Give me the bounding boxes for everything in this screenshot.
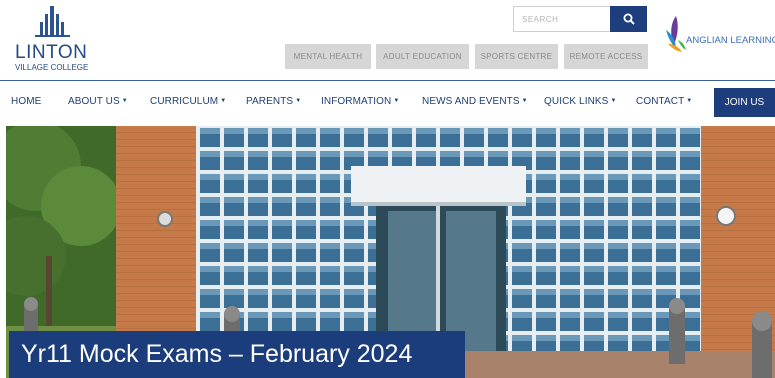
header-divider <box>0 80 775 81</box>
college-building-icon <box>35 6 70 37</box>
hero-caption[interactable]: Yr11 Mock Exams – February 2024 <box>9 331 465 378</box>
nav-label: NEWS AND EVENTS <box>422 96 520 107</box>
quick-link-remote-access[interactable]: REMOTE ACCESS <box>564 44 648 69</box>
chevron-down-icon: ▼ <box>521 98 528 104</box>
nav-label: INFORMATION <box>321 96 392 107</box>
nav-label: CONTACT <box>636 96 685 107</box>
nav-label: ABOUT US <box>68 96 120 107</box>
nav-item-curriculum[interactable]: CURRICULUM ▼ <box>150 96 226 107</box>
quick-link-sports-centre[interactable]: SPORTS CENTRE <box>475 44 558 69</box>
chevron-down-icon: ▼ <box>220 98 227 104</box>
nav-label: PARENTS <box>246 96 294 107</box>
chevron-down-icon: ▼ <box>610 98 617 104</box>
nav-label: HOME <box>11 96 42 107</box>
nav-item-about-us[interactable]: ABOUT US ▼ <box>68 96 128 107</box>
nav-item-quick-links[interactable]: QUICK LINKS ▼ <box>544 96 617 107</box>
nav-label: CURRICULUM <box>150 96 219 107</box>
quick-link-adult-education[interactable]: ADULT EDUCATION <box>376 44 469 69</box>
join-us-button[interactable]: JOIN US <box>714 88 775 117</box>
search-input[interactable] <box>513 6 610 32</box>
nav-item-news-and-events[interactable]: NEWS AND EVENTS ▼ <box>422 96 528 107</box>
chevron-down-icon: ▼ <box>393 98 400 104</box>
nav-label: QUICK LINKS <box>544 96 609 107</box>
chevron-down-icon: ▼ <box>121 98 128 104</box>
search-button[interactable] <box>610 6 647 32</box>
leaf-icon <box>666 16 686 52</box>
nav-item-home[interactable]: HOME <box>11 96 41 107</box>
logo-name: LINTON <box>15 42 88 63</box>
quick-link-mental-health[interactable]: MENTAL HEALTH <box>285 44 371 69</box>
site-logo[interactable]: LINTON VILLAGE COLLEGE <box>15 6 105 72</box>
nav-item-information[interactable]: INFORMATION ▼ <box>321 96 399 107</box>
search-bar <box>513 6 647 32</box>
chevron-down-icon: ▼ <box>686 98 693 104</box>
logo-subtitle: VILLAGE COLLEGE <box>15 63 89 72</box>
nav-item-contact[interactable]: CONTACT ▼ <box>636 96 692 107</box>
nav-item-parents[interactable]: PARENTS ▼ <box>246 96 301 107</box>
chevron-down-icon: ▼ <box>295 98 302 104</box>
partner-name: ANGLIAN LEARNING <box>686 35 775 46</box>
search-icon <box>623 13 635 25</box>
partner-logo[interactable]: ANGLIAN LEARNING <box>664 14 775 54</box>
